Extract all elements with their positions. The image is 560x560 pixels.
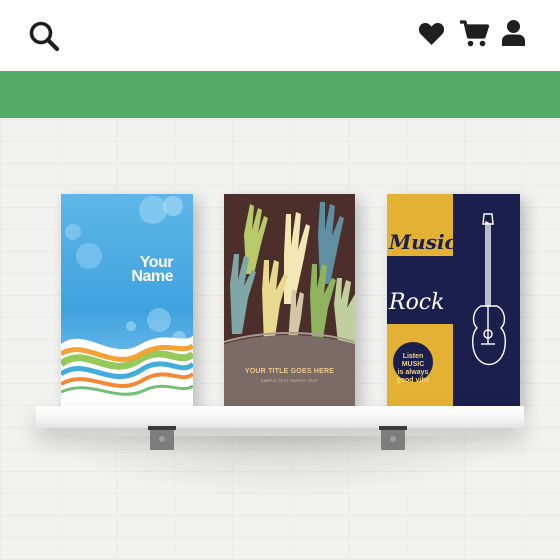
book-cover-your-name[interactable]: Your Name [61,194,193,406]
book-cover-music[interactable]: Music Rock Listen MUSIC is always good v… [387,194,520,406]
book-cover-rock-text: Rock [389,290,445,315]
book-cover-name-text: Your Name [131,254,173,285]
book-cover-badge: Listen MUSIC is always good vibe [391,340,435,384]
book-cover-title-text: YOUR TITLE GOES HERE [244,368,335,375]
wall-shelf [36,406,524,428]
shelf-bracket-right [379,426,407,450]
book-cover-hands[interactable]: YOUR TITLE GOES HERE SIMPLE TEXT SIMPLE … [224,194,355,406]
book-cover-music-text: Music [389,230,457,254]
user-icon[interactable] [501,19,526,47]
shopping-cart-icon[interactable] [459,19,490,48]
bubble-wave-artwork [61,196,193,406]
top-navigation-bar [0,0,560,71]
shelf-shadow [46,436,516,496]
green-banner-bar [0,71,560,118]
heart-icon[interactable] [418,20,445,47]
search-icon[interactable] [28,20,60,52]
book-cover-subtitle-text: SIMPLE TEXT SIMPLE TEXT [260,378,319,383]
shelf-bracket-left [148,426,176,450]
bookshelf-banner-image: Your Name YOUR TITLE GOES HERE SIMPLE TE… [0,118,560,560]
